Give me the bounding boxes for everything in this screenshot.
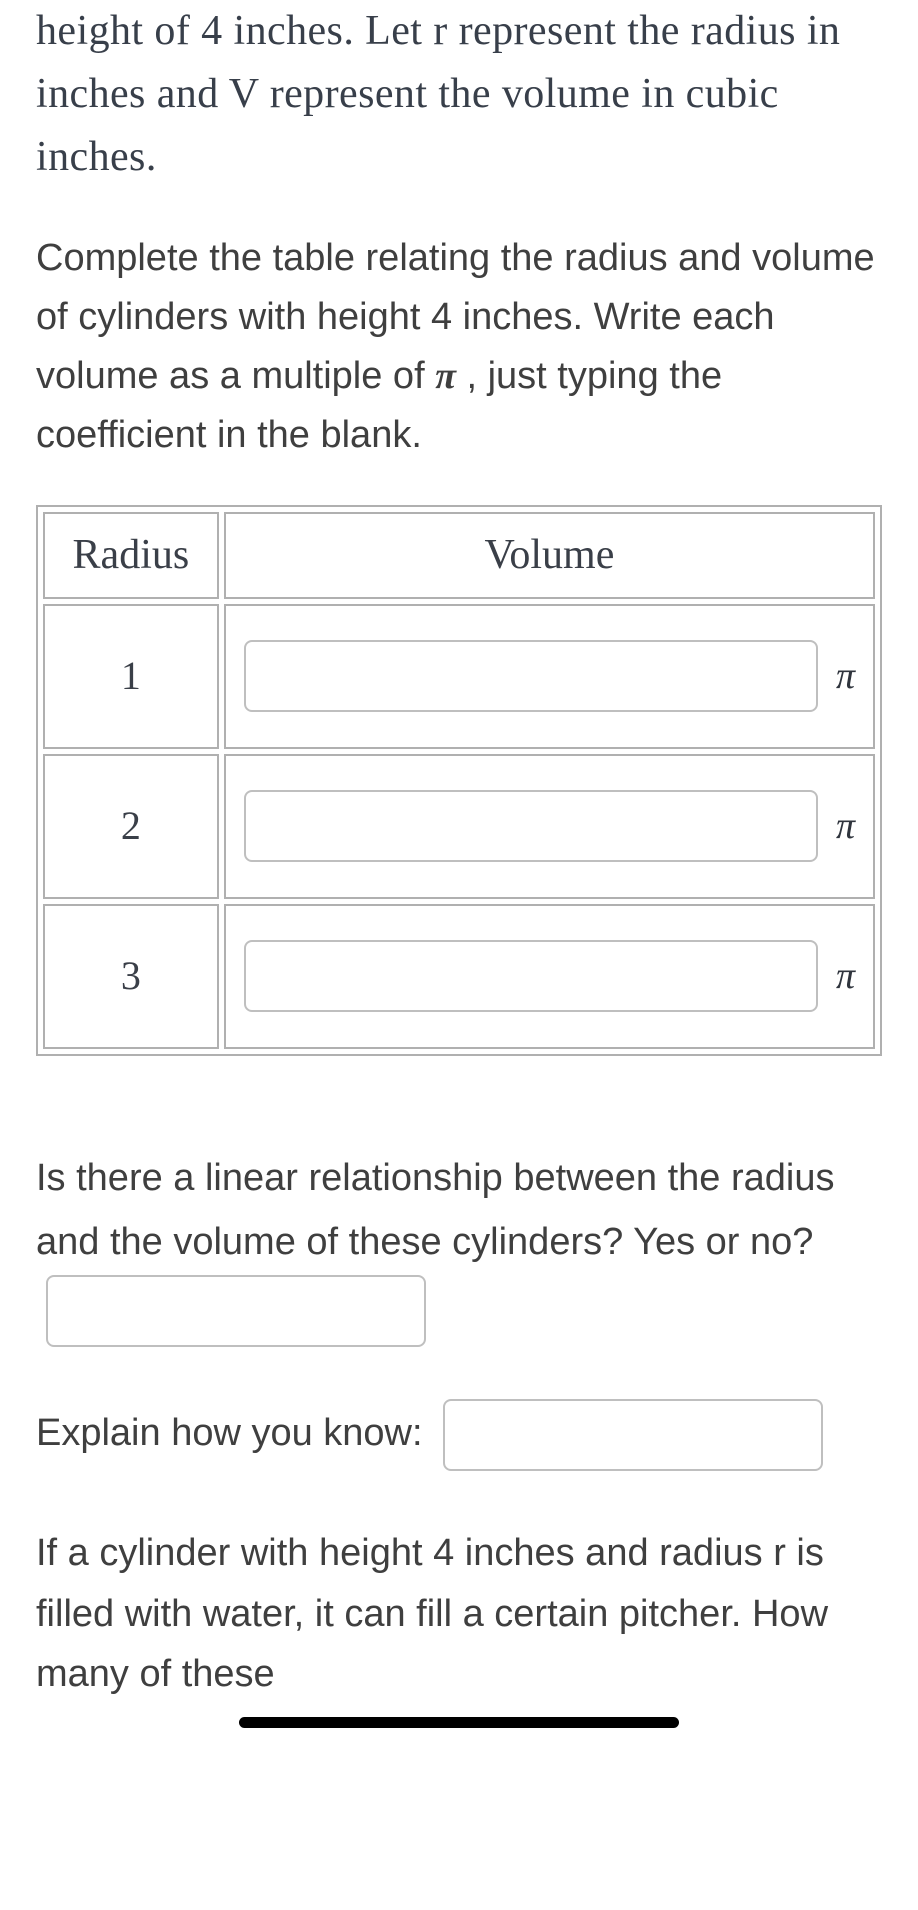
final-paragraph: If a cylinder with height 4 inches and r… [36, 1523, 882, 1705]
linear-question: Is there a linear relationship between t… [36, 1146, 882, 1347]
volume-coeff-input[interactable] [244, 790, 818, 862]
explain-question-text: Explain how you know: [36, 1412, 433, 1454]
linear-answer-input[interactable] [46, 1275, 426, 1347]
pi-symbol: π [836, 798, 855, 855]
radius-cell: 2 [43, 754, 219, 899]
table-header-radius: Radius [43, 512, 219, 599]
table-row: 1 π [43, 604, 875, 749]
pi-symbol: π [836, 948, 855, 1005]
pi-symbol: π [836, 648, 855, 705]
pi-symbol-inline: π [435, 355, 456, 397]
volume-cell: π [224, 604, 875, 749]
radius-cell: 1 [43, 604, 219, 749]
explain-question: Explain how you know: [36, 1399, 882, 1471]
table-instructions: Complete the table relating the radius a… [36, 229, 882, 465]
linear-question-text: Is there a linear relationship between t… [36, 1157, 834, 1264]
volume-cell: π [224, 754, 875, 899]
radius-cell: 3 [43, 904, 219, 1049]
volume-cell: π [224, 904, 875, 1049]
table-row: 2 π [43, 754, 875, 899]
volume-coeff-input[interactable] [244, 640, 818, 712]
problem-intro-text: height of 4 inches. Let r represent the … [36, 0, 882, 189]
table-header-volume: Volume [224, 512, 875, 599]
home-indicator [239, 1717, 679, 1728]
volume-coeff-input[interactable] [244, 940, 818, 1012]
radius-volume-table: Radius Volume 1 π 2 π 3 [36, 505, 882, 1056]
explain-answer-input[interactable] [443, 1399, 823, 1471]
table-row: 3 π [43, 904, 875, 1049]
